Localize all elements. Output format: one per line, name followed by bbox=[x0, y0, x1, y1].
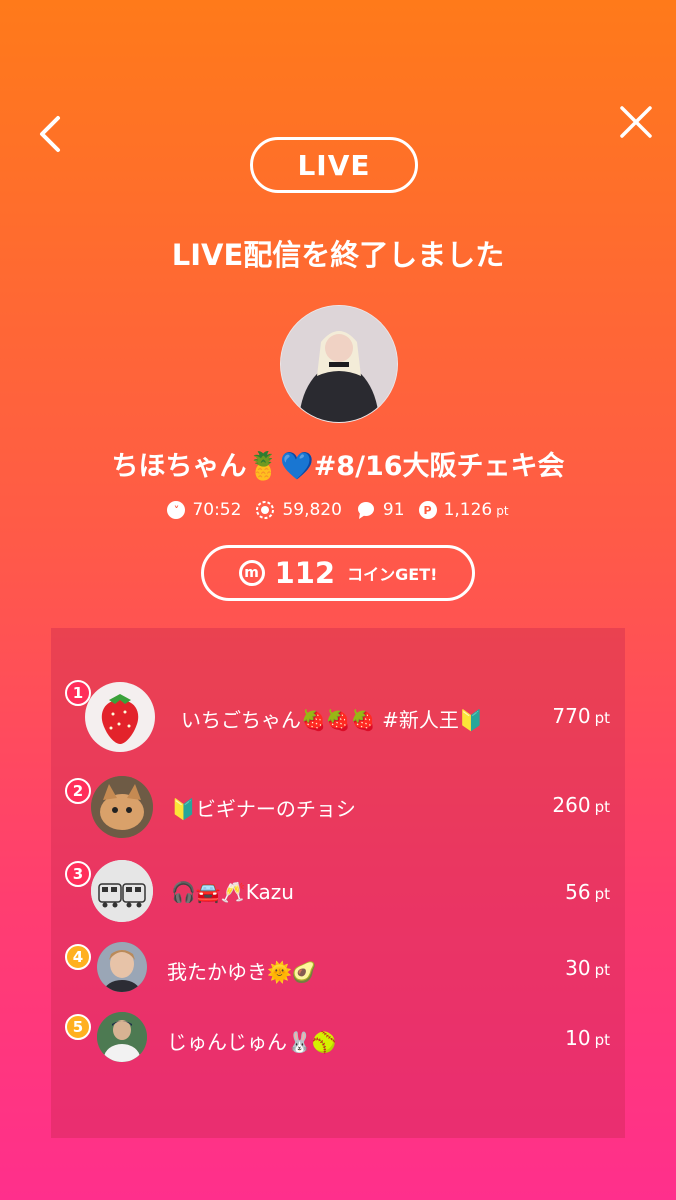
ranking-user-name: 我たかゆき🌞🥑 bbox=[167, 960, 317, 984]
points-icon: P bbox=[418, 501, 437, 519]
person-avatar-icon bbox=[97, 942, 147, 992]
chevron-left-icon bbox=[40, 116, 60, 152]
viewers-icon bbox=[256, 501, 275, 519]
train-avatar-icon bbox=[91, 860, 153, 922]
close-icon bbox=[620, 106, 652, 138]
broadcast-title: ちほちゃん🍍💙#8/16大阪チェキ会 bbox=[111, 451, 565, 482]
baseball-player-avatar-icon bbox=[97, 1012, 147, 1062]
ranking-user-name: じゅんじゅん🐰🥎 bbox=[167, 1030, 337, 1054]
rank-badge: 5 bbox=[65, 1014, 91, 1040]
strawberry-avatar-icon bbox=[101, 694, 139, 744]
streamer-avatar[interactable] bbox=[280, 305, 398, 423]
viewers-stat: 59,820 bbox=[255, 500, 342, 520]
rank-badge: 2 bbox=[65, 778, 91, 804]
avatar[interactable] bbox=[91, 776, 153, 838]
close-button[interactable] bbox=[614, 100, 658, 144]
cat-avatar-icon bbox=[91, 776, 153, 838]
ranking-user-name: 🔰ビギナーのチョシ bbox=[171, 797, 356, 821]
comments-stat: 91 bbox=[356, 500, 405, 520]
ranking-points: 260 pt bbox=[552, 793, 610, 817]
rank-badge: 1 bbox=[65, 680, 91, 706]
ranking-row[interactable]: 1 いちごちゃん🍓🍓🍓 #新人王🔰 770 pt bbox=[51, 678, 625, 758]
m-coin-icon: m bbox=[238, 560, 265, 586]
live-badge: LIVE bbox=[250, 137, 418, 193]
ranking-list: 1 いちごちゃん🍓🍓🍓 #新人王🔰 770 pt 2 🔰ビギナーのチョシ 260… bbox=[51, 628, 625, 1138]
coin-reward-badge: m 112 コインGET! bbox=[201, 545, 475, 601]
ranking-row[interactable]: 3 🎧🚘🥂Kazu 56 pt bbox=[51, 858, 625, 928]
coin-amount: 112 bbox=[274, 556, 336, 590]
live-ended-message: LIVE配信を終了しました bbox=[171, 238, 505, 272]
avatar[interactable] bbox=[85, 682, 155, 752]
rank-badge: 3 bbox=[65, 861, 91, 887]
ranking-row[interactable]: 5 じゅんじゅん🐰🥎 10 pt bbox=[51, 1010, 625, 1070]
ranking-row[interactable]: 4 我たかゆき🌞🥑 30 pt bbox=[51, 940, 625, 1000]
points-stat: P 1,126 pt bbox=[418, 500, 509, 520]
coin-label: コインGET! bbox=[347, 565, 438, 584]
ranking-row[interactable]: 2 🔰ビギナーのチョシ 260 pt bbox=[51, 773, 625, 843]
duration-icon: ˅ bbox=[167, 501, 186, 519]
ranking-points: 56 pt bbox=[565, 880, 610, 904]
rank-badge: 4 bbox=[65, 944, 91, 970]
avatar[interactable] bbox=[97, 1012, 147, 1062]
streamer-photo bbox=[281, 306, 397, 422]
stats-bar: ˅ 70:52 59,820 91 P 1,126 pt bbox=[0, 500, 676, 520]
ranking-points: 30 pt bbox=[565, 956, 610, 980]
ranking-points: 770 pt bbox=[552, 704, 610, 728]
comment-icon bbox=[357, 502, 374, 519]
comments-value: 91 bbox=[382, 500, 405, 520]
duration-value: 70:52 bbox=[192, 500, 242, 520]
back-button[interactable] bbox=[34, 112, 74, 156]
points-value: 1,126 pt bbox=[443, 500, 509, 520]
ranking-points: 10 pt bbox=[565, 1026, 610, 1050]
avatar[interactable] bbox=[97, 942, 147, 992]
ranking-user-name: 🎧🚘🥂Kazu bbox=[171, 880, 294, 904]
viewers-value: 59,820 bbox=[282, 500, 342, 520]
avatar[interactable] bbox=[91, 860, 153, 922]
duration-stat: ˅ 70:52 bbox=[167, 500, 241, 520]
ranking-user-name: いちごちゃん🍓🍓🍓 #新人王🔰 bbox=[181, 708, 484, 732]
